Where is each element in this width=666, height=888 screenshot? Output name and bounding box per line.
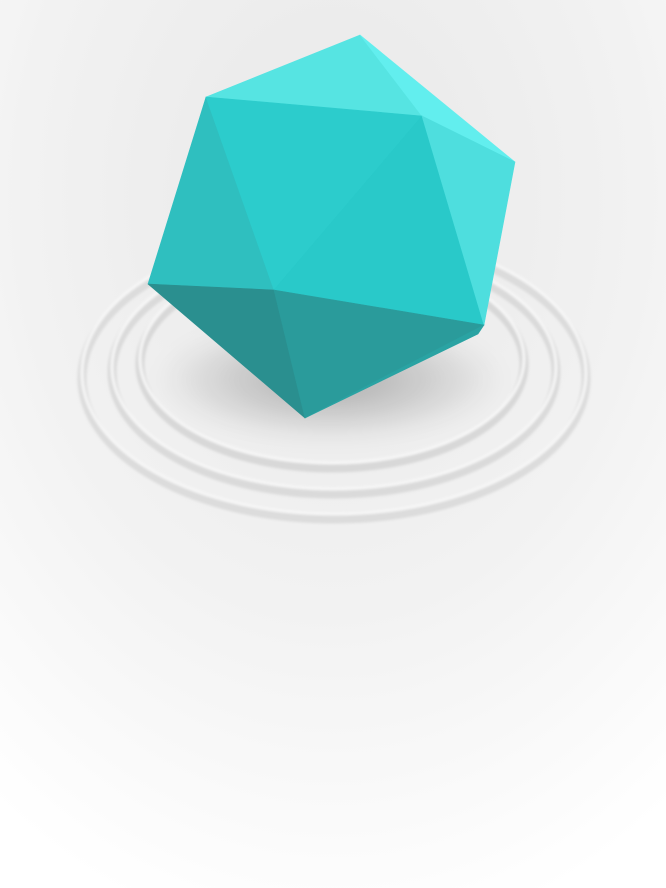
game-scene (0, 0, 666, 888)
scene-canvas (0, 0, 666, 888)
